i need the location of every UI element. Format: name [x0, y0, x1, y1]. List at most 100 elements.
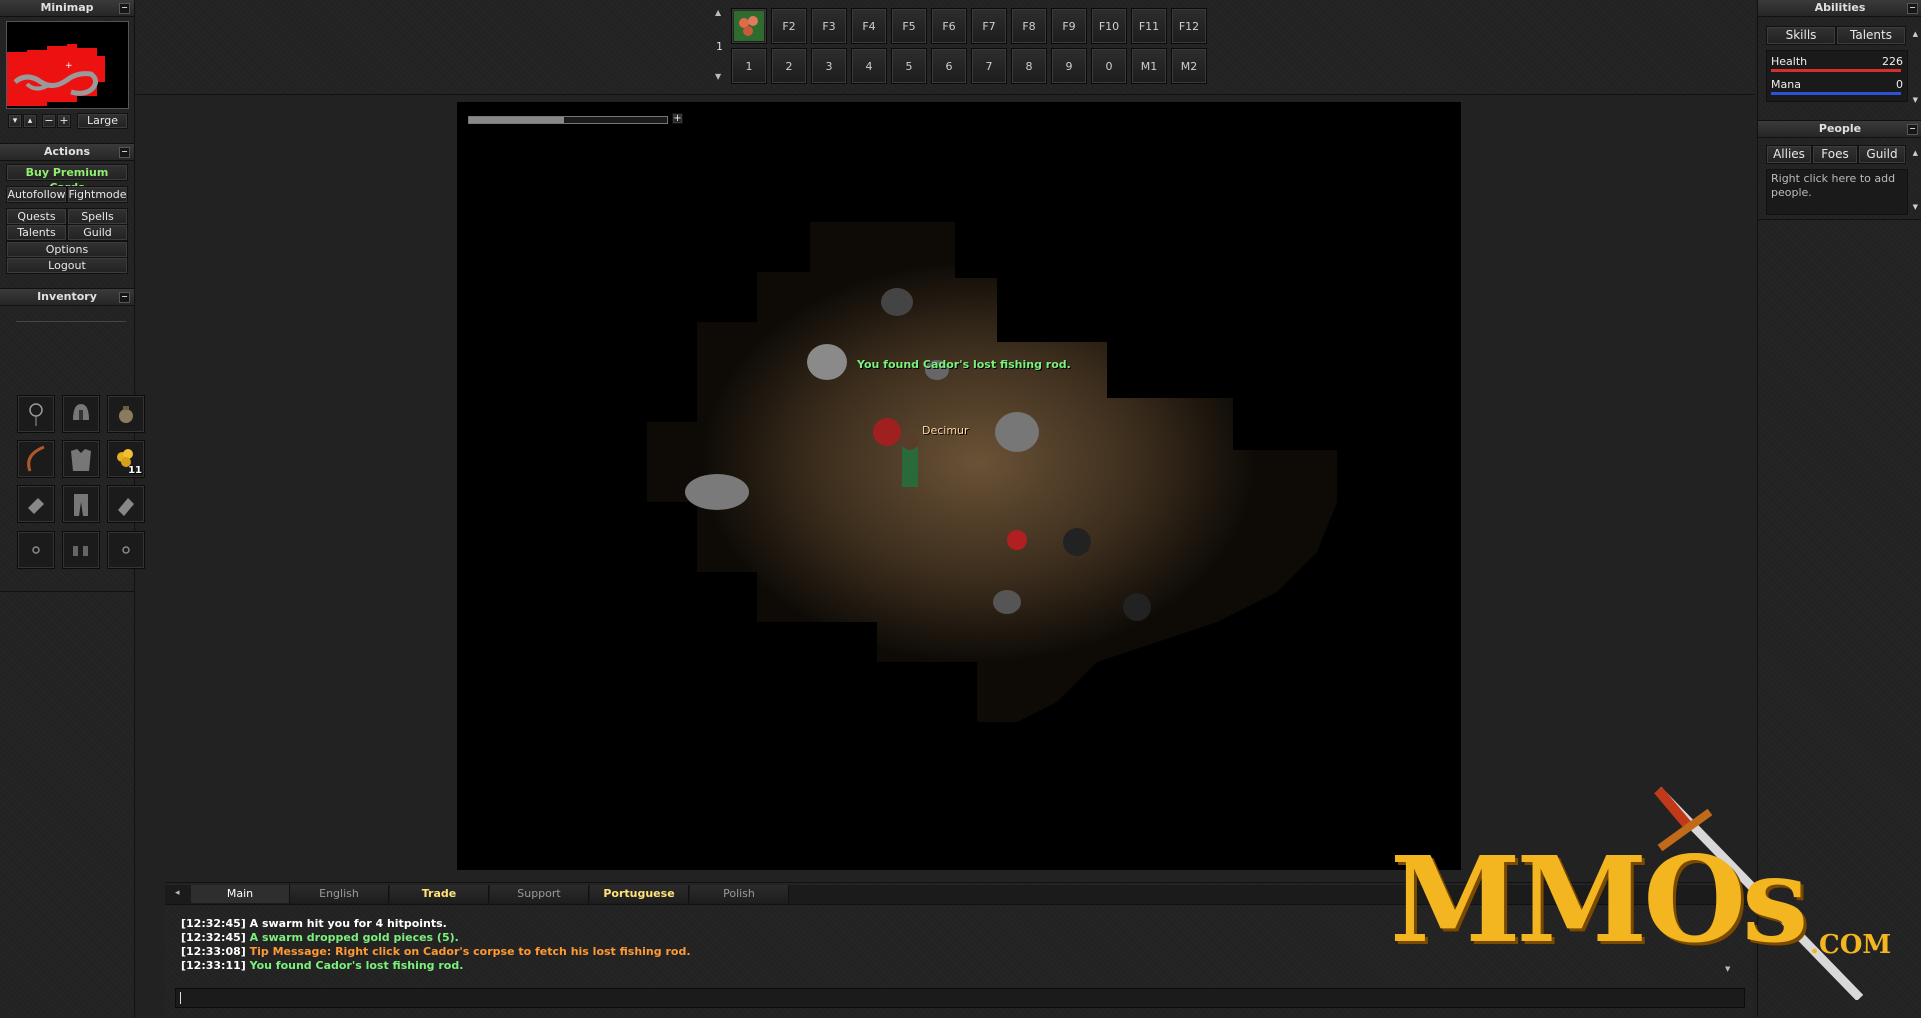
backpack-slot[interactable] — [107, 395, 145, 433]
tab-allies[interactable]: Allies — [1766, 145, 1812, 164]
legs-slot[interactable] — [62, 485, 100, 523]
minimize-icon[interactable]: − — [1907, 3, 1918, 14]
hotbar-slot-f4[interactable]: F4 — [851, 8, 887, 44]
helmet-icon — [73, 404, 89, 420]
hotbar-slot-f10[interactable]: F10 — [1091, 8, 1127, 44]
talents-button[interactable]: Talents — [6, 224, 67, 241]
minimap-down-button[interactable]: ▾ — [8, 114, 22, 128]
chat-tab-prev-icon[interactable]: ◂ — [175, 888, 180, 898]
necklace-slot[interactable] — [17, 395, 55, 433]
hotbar-slot-f11[interactable]: F11 — [1131, 8, 1167, 44]
people-panel: People − Allies Foes Guild Right click h… — [1758, 120, 1921, 220]
chat-tab-trade[interactable]: Trade — [390, 885, 489, 903]
chat-tab-english[interactable]: English — [290, 885, 389, 903]
logout-button[interactable]: Logout — [6, 257, 128, 274]
minimize-icon[interactable]: − — [1907, 124, 1918, 135]
actions-panel: Actions − Buy Premium Cards Autofollow F… — [0, 143, 134, 284]
hotbar-slot-m2[interactable]: M2 — [1171, 48, 1207, 84]
tab-skills[interactable]: Skills — [1766, 26, 1836, 45]
game-map-icon — [647, 222, 1337, 722]
minimize-icon[interactable]: − — [119, 292, 130, 303]
gold-slot[interactable]: 11 — [107, 440, 145, 478]
minimap-size-button[interactable]: Large — [77, 113, 128, 129]
ring-slot[interactable] — [17, 531, 55, 569]
hotbar-slot-f2[interactable]: F2 — [771, 8, 807, 44]
people-scroll-up-icon[interactable]: ▲ — [1913, 149, 1918, 157]
chat-line: [12:32:45] A swarm hit you for 4 hitpoin… — [181, 917, 1721, 931]
people-title: People — [1818, 122, 1862, 135]
abilities-title: Abilities — [1814, 1, 1866, 14]
buy-premium-button[interactable]: Buy Premium Cards — [6, 164, 128, 194]
hotbar-slot-m1[interactable]: M1 — [1131, 48, 1167, 84]
chat-log[interactable]: [12:32:45] A swarm hit you for 4 hitpoin… — [181, 917, 1721, 977]
tab-foes[interactable]: Foes — [1812, 145, 1858, 164]
boots-slot[interactable] — [62, 531, 100, 569]
hotbar-slot-0[interactable]: 0 — [1091, 48, 1127, 84]
hotbar-slot-f9[interactable]: F9 — [1051, 8, 1087, 44]
hotbar-page-up-icon[interactable]: ▲ — [715, 8, 721, 17]
hotbar-slot-4[interactable]: 4 — [851, 48, 887, 84]
chat-tab-main[interactable]: Main — [191, 885, 290, 903]
chat-tab-polish[interactable]: Polish — [690, 885, 789, 903]
abilities-scroll-down-icon[interactable]: ▼ — [1913, 96, 1918, 104]
quests-button[interactable]: Quests — [6, 208, 67, 225]
minimize-icon[interactable]: − — [119, 147, 130, 158]
bag-icon — [119, 406, 133, 423]
minimap-up-button[interactable]: ▴ — [23, 114, 37, 128]
hotbar-slot-3[interactable]: 3 — [811, 48, 847, 84]
people-scroll-down-icon[interactable]: ▼ — [1913, 203, 1918, 211]
inventory-panel: Inventory − 11 — [0, 288, 145, 592]
helmet-slot[interactable] — [62, 395, 100, 433]
ring-icon — [32, 546, 40, 554]
fightmode-button[interactable]: Fightmode — [67, 186, 128, 203]
game-viewport[interactable]: + You found Cador's lost fishing rod. De… — [457, 102, 1461, 870]
hotbar-slot-f8[interactable]: F8 — [1011, 8, 1047, 44]
chat-tab-support[interactable]: Support — [490, 885, 589, 903]
hotbar-slot-f7[interactable]: F7 — [971, 8, 1007, 44]
weapon-slot[interactable] — [17, 440, 55, 478]
hotbar-slot-f12[interactable]: F12 — [1171, 8, 1207, 44]
hotbar-slot-f5[interactable]: F5 — [891, 8, 927, 44]
right-hand-slot[interactable] — [107, 485, 145, 523]
ammo-slot[interactable] — [107, 531, 145, 569]
chat-timestamp: [12:32:45] — [181, 917, 250, 930]
hotbar-slot-5[interactable]: 5 — [891, 48, 927, 84]
spells-button[interactable]: Spells — [67, 208, 128, 225]
hotbar-slot-f1[interactable] — [731, 8, 767, 44]
minimap-zoom-out-button[interactable]: − — [42, 114, 56, 128]
chat-line: [12:32:45] A swarm dropped gold pieces (… — [181, 931, 1721, 945]
options-button[interactable]: Options — [6, 241, 128, 258]
health-progress-bar — [468, 116, 668, 124]
abilities-scroll-up-icon[interactable]: ▲ — [1913, 30, 1918, 38]
armor-slot[interactable] — [62, 440, 100, 478]
minimap-panel: Minimap − + ▾ ▴ − + Large — [0, 0, 134, 140]
minimap-view[interactable]: + — [6, 21, 129, 109]
inventory-header: Inventory − — [0, 289, 134, 306]
hotbar-page-down-icon[interactable]: ▼ — [715, 72, 721, 81]
people-list[interactable]: Right click here to add people. — [1766, 169, 1908, 215]
hotbar-slot-2[interactable]: 2 — [771, 48, 807, 84]
guild-button[interactable]: Guild — [67, 224, 128, 241]
hotbar-slot-f6[interactable]: F6 — [931, 8, 967, 44]
chat-scroll-down-icon[interactable]: ▼ — [1725, 965, 1730, 973]
inventory-filter-bar[interactable] — [16, 311, 126, 322]
chat-input[interactable] — [175, 988, 1745, 1008]
hotbar-slot-8[interactable]: 8 — [1011, 48, 1047, 84]
autofollow-button[interactable]: Autofollow — [6, 186, 67, 203]
zoom-plus-button[interactable]: + — [672, 113, 683, 124]
chat-tab-portuguese[interactable]: Portuguese — [590, 885, 689, 903]
hotbar-slot-7[interactable]: 7 — [971, 48, 1007, 84]
abilities-header: Abilities − — [1758, 0, 1921, 17]
actions-header: Actions − — [0, 144, 134, 161]
hotbar-slot-1[interactable]: 1 — [731, 48, 767, 84]
chat-cursor — [180, 992, 181, 1004]
hotbar-slot-6[interactable]: 6 — [931, 48, 967, 84]
tab-talents[interactable]: Talents — [1836, 26, 1906, 45]
left-hand-slot[interactable] — [17, 485, 55, 523]
legs-icon — [74, 494, 88, 516]
tab-guild[interactable]: Guild — [1858, 145, 1906, 164]
minimap-zoom-in-button[interactable]: + — [57, 114, 71, 128]
minimize-icon[interactable]: − — [119, 3, 130, 14]
hotbar-slot-f3[interactable]: F3 — [811, 8, 847, 44]
hotbar-slot-9[interactable]: 9 — [1051, 48, 1087, 84]
